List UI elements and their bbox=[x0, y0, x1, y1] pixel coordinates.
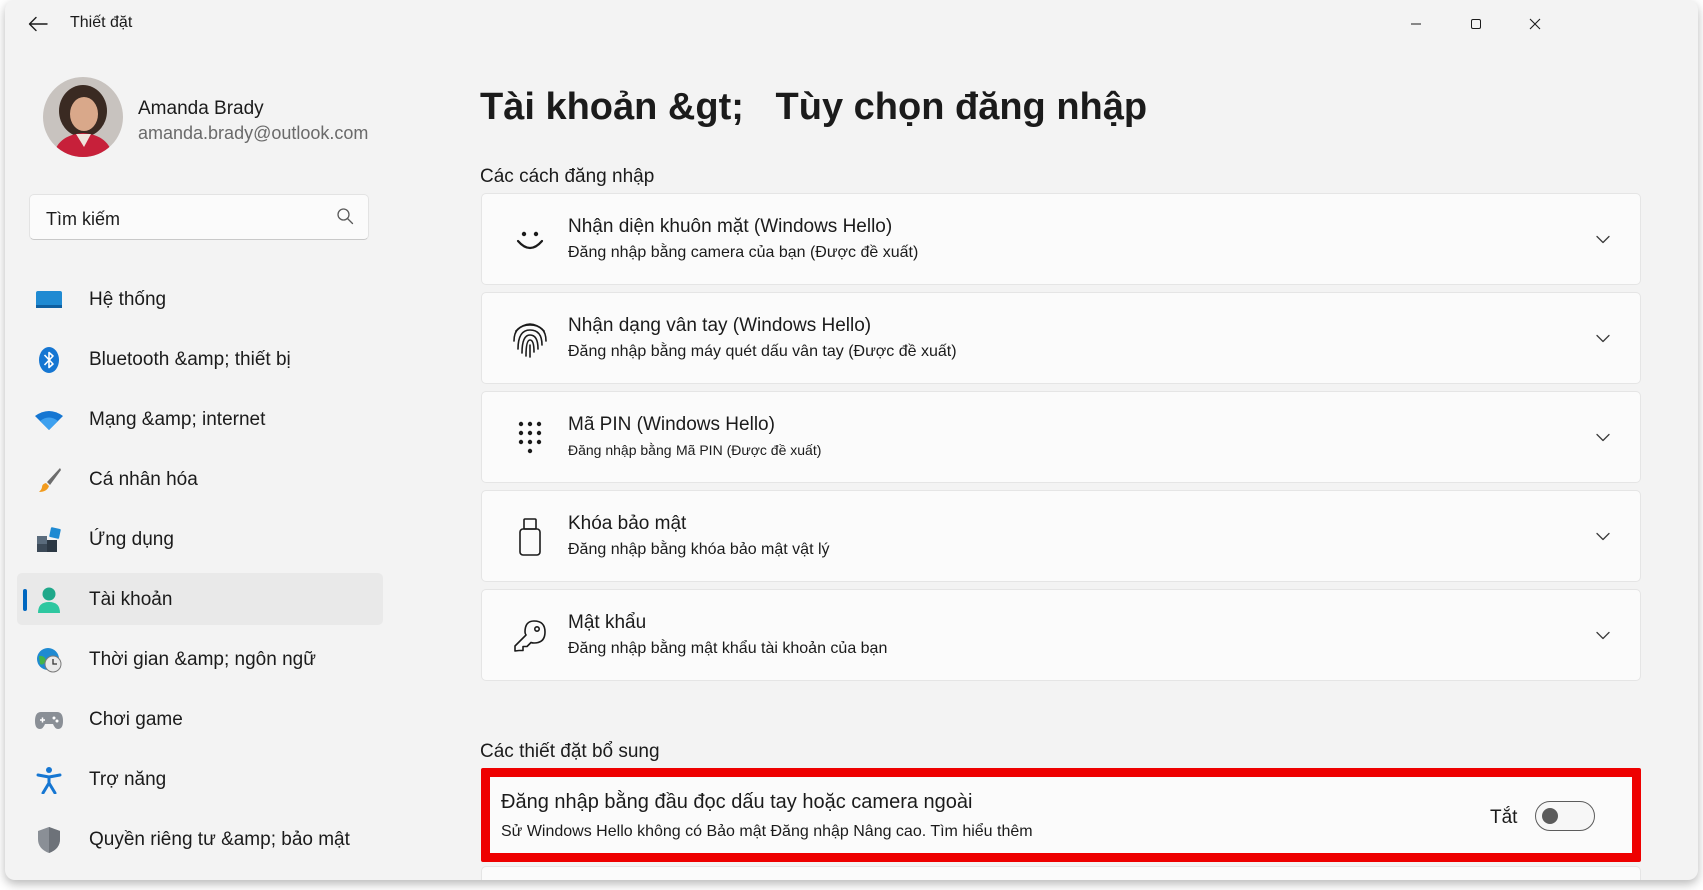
option-subtitle: Đăng nhập bằng máy quét dấu vân tay (Đượ… bbox=[568, 343, 957, 360]
close-icon bbox=[1529, 18, 1541, 30]
external-reader-toggle[interactable] bbox=[1535, 801, 1595, 831]
sidebar-item-personalization[interactable]: Cá nhân hóa bbox=[17, 453, 383, 505]
sidebar-item-label: Bluetooth &amp; thiết bị bbox=[89, 349, 291, 370]
account-icon bbox=[34, 586, 64, 614]
accessibility-icon bbox=[34, 766, 64, 794]
next-setting-card[interactable] bbox=[481, 866, 1641, 880]
sidebar-item-label: Thời gian &amp; ngôn ngữ bbox=[89, 649, 316, 670]
minimize-icon bbox=[1411, 23, 1421, 25]
face-icon bbox=[510, 218, 550, 262]
sidebar-item-label: Tài khoản bbox=[89, 589, 173, 610]
setting-subtitle[interactable]: Sử Windows Hello không có Bảo mật Đăng n… bbox=[501, 823, 1033, 841]
settings-window: Thiết đặt Amanda Brady amanda.brady@outl… bbox=[5, 0, 1698, 880]
option-subtitle-prefix: Đăng nhập bằng bbox=[568, 442, 672, 458]
sign-in-option-fingerprint[interactable]: Nhận dạng vân tay (Windows Hello) Đăng n… bbox=[481, 292, 1641, 384]
setting-title: Đăng nhập bằng đầu đọc dấu tay hoặc came… bbox=[501, 791, 973, 813]
external-reader-setting: Đăng nhập bằng đầu đọc dấu tay hoặc came… bbox=[481, 768, 1641, 862]
gamepad-icon bbox=[34, 706, 64, 734]
close-button[interactable] bbox=[1517, 8, 1553, 40]
sidebar-item-label: Hệ thống bbox=[89, 289, 167, 310]
minimize-button[interactable] bbox=[1398, 8, 1434, 40]
wifi-icon bbox=[34, 406, 64, 434]
section-heading-sign-in: Các cách đăng nhập bbox=[480, 166, 655, 187]
option-title: Mã PIN (Windows Hello) bbox=[568, 414, 775, 435]
chevron-down-icon[interactable] bbox=[1594, 428, 1612, 446]
chevron-down-icon[interactable] bbox=[1594, 230, 1612, 248]
avatar[interactable] bbox=[43, 77, 123, 157]
fingerprint-icon bbox=[510, 317, 550, 361]
section-heading-additional: Các thiết đặt bổ sung bbox=[480, 741, 660, 762]
app-title: Thiết đặt bbox=[70, 14, 133, 31]
option-title: Nhận dạng vân tay (Windows Hello) bbox=[568, 315, 872, 336]
option-title: Khóa bảo mật bbox=[568, 513, 687, 534]
pin-keypad-icon bbox=[510, 416, 550, 460]
search-icon bbox=[337, 208, 354, 225]
back-arrow-icon bbox=[28, 16, 48, 32]
option-subtitle: Đăng nhập bằng khóa bảo mật vật lý bbox=[568, 541, 830, 558]
option-subtitle: Đăng nhập bằng Mã PIN (Được đề xuất) bbox=[568, 442, 821, 460]
key-icon bbox=[510, 614, 550, 658]
sidebar-nav: Hệ thống Bluetooth &amp; thiết bị Mạng &… bbox=[17, 273, 383, 873]
user-email: amanda.brady@outlook.com bbox=[138, 123, 369, 143]
sidebar-item-label: Quyền riêng tư &amp; bảo mật bbox=[89, 829, 350, 850]
sidebar-item-label: Mạng &amp; internet bbox=[89, 409, 266, 430]
system-icon bbox=[34, 286, 64, 314]
option-subtitle: Đăng nhập bằng mật khẩu tài khoản của bạ… bbox=[568, 640, 888, 657]
search-placeholder: Tìm kiếm bbox=[46, 209, 120, 229]
sign-in-option-face[interactable]: Nhận diện khuôn mặt (Windows Hello) Đăng… bbox=[481, 193, 1641, 285]
sidebar-item-time-language[interactable]: Thời gian &amp; ngôn ngữ bbox=[17, 633, 383, 685]
apps-icon bbox=[34, 526, 64, 554]
shield-icon bbox=[34, 826, 64, 854]
sidebar-item-apps[interactable]: Ứng dụng bbox=[17, 513, 383, 565]
title-bar: Thiết đặt bbox=[5, 0, 1698, 48]
user-name: Amanda Brady bbox=[138, 98, 264, 119]
sign-in-option-pin[interactable]: Mã PIN (Windows Hello) Đăng nhập bằng Mã… bbox=[481, 391, 1641, 483]
option-subtitle: Đăng nhập bằng camera của bạn (Được đề x… bbox=[568, 244, 919, 261]
toggle-state-label: Tắt bbox=[1490, 807, 1518, 828]
sidebar-item-label: Ứng dụng bbox=[89, 529, 174, 550]
maximize-button[interactable] bbox=[1458, 8, 1494, 40]
sign-in-option-security-key[interactable]: Khóa bảo mật Đăng nhập bằng khóa bảo mật… bbox=[481, 490, 1641, 582]
profile-photo-icon bbox=[43, 77, 123, 157]
back-button[interactable] bbox=[23, 12, 53, 36]
page-title: Tài khoản &gt; Tùy chọn đăng nhập bbox=[480, 86, 1148, 128]
search-input[interactable]: Tìm kiếm bbox=[29, 194, 369, 240]
chevron-down-icon[interactable] bbox=[1594, 527, 1612, 545]
sidebar-item-label: Cá nhân hóa bbox=[89, 469, 198, 490]
maximize-icon bbox=[1471, 19, 1481, 29]
time-language-icon bbox=[34, 646, 64, 674]
sidebar-item-label: Trợ năng bbox=[89, 769, 167, 790]
sidebar-item-label: Chơi game bbox=[89, 709, 183, 730]
sidebar-item-accessibility[interactable]: Trợ năng bbox=[17, 753, 383, 805]
bluetooth-icon bbox=[34, 346, 64, 374]
sidebar-item-bluetooth[interactable]: Bluetooth &amp; thiết bị bbox=[17, 333, 383, 385]
chevron-down-icon[interactable] bbox=[1594, 626, 1612, 644]
sidebar-item-network[interactable]: Mạng &amp; internet bbox=[17, 393, 383, 445]
sign-in-option-password[interactable]: Mật khẩu Đăng nhập bằng mật khẩu tài kho… bbox=[481, 589, 1641, 681]
option-title: Nhận diện khuôn mặt (Windows Hello) bbox=[568, 216, 893, 237]
sidebar-item-system[interactable]: Hệ thống bbox=[17, 273, 383, 325]
sidebar-item-accounts[interactable]: Tài khoản bbox=[17, 573, 383, 625]
active-indicator bbox=[23, 589, 27, 611]
brush-icon bbox=[34, 466, 64, 494]
toggle-knob bbox=[1542, 808, 1558, 824]
chevron-down-icon[interactable] bbox=[1594, 329, 1612, 347]
sidebar-item-gaming[interactable]: Chơi game bbox=[17, 693, 383, 745]
option-subtitle-rest: Mã PIN (Được đề xuất) bbox=[676, 442, 822, 458]
sidebar-item-privacy[interactable]: Quyền riêng tư &amp; bảo mật bbox=[17, 813, 383, 865]
option-title: Mật khẩu bbox=[568, 612, 647, 633]
usb-key-icon bbox=[510, 515, 550, 559]
